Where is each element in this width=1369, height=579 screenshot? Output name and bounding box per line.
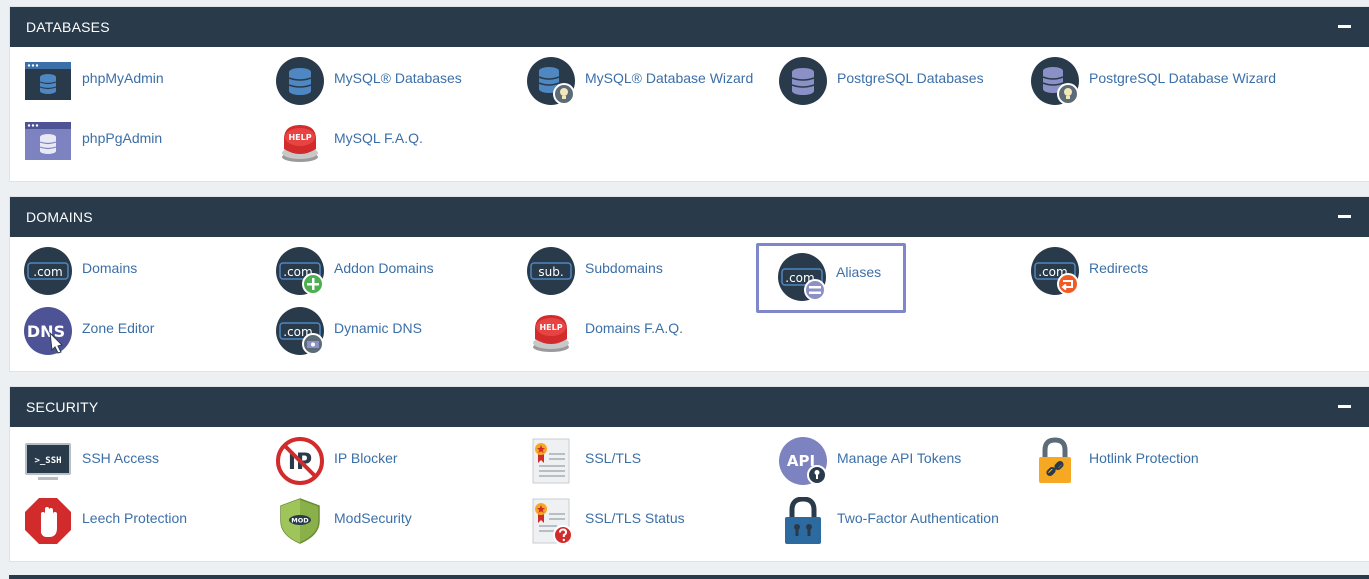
redirects-icon: .com [1031, 247, 1079, 295]
domains-panel: DOMAINS .com Domains .com Addon Domains … [9, 196, 1369, 372]
item-phppgadmin[interactable]: phpPgAdmin [10, 111, 250, 171]
padlock-icon [779, 497, 827, 545]
item-label: IP Blocker [334, 450, 398, 466]
domains-header[interactable]: DOMAINS [10, 197, 1369, 237]
item-label: Dynamic DNS [334, 320, 422, 336]
item-label: Addon Domains [334, 260, 434, 276]
item-label: phpMyAdmin [82, 70, 164, 86]
terminal-icon: >_SSH [24, 437, 72, 485]
collapse-icon[interactable] [1338, 405, 1351, 408]
item-label: MySQL® Database Wizard [585, 70, 754, 86]
collapse-icon[interactable] [1338, 25, 1351, 28]
item-mysql-databases[interactable]: MySQL® Databases [262, 51, 502, 111]
item-manage-api-tokens[interactable]: API Manage API Tokens [765, 431, 1005, 491]
phpmyadmin-icon [24, 57, 72, 105]
item-dynamic-dns[interactable]: .com Dynamic DNS [262, 301, 502, 361]
item-ssl-tls[interactable]: SSL/TLS [513, 431, 753, 491]
item-label: Aliases [836, 264, 882, 280]
addon-domains-icon: .com [276, 247, 324, 295]
item-label: Two-Factor Authentication [837, 510, 999, 526]
shield-icon: MOD [276, 497, 324, 545]
postgresql-databases-icon [779, 57, 827, 105]
phppgadmin-icon [24, 117, 72, 165]
item-label: MySQL F.A.Q. [334, 130, 423, 146]
item-label: Zone Editor [82, 320, 155, 336]
item-phpmyadmin[interactable]: phpMyAdmin [10, 51, 250, 111]
certificate-icon [527, 437, 575, 485]
section-title: DATABASES [26, 19, 110, 35]
svg-text:DNS: DNS [27, 322, 65, 341]
item-label: Redirects [1089, 260, 1149, 276]
databases-header[interactable]: DATABASES [10, 7, 1369, 47]
item-domains-faq[interactable]: HELP Domains F.A.Q. [513, 301, 753, 361]
postgresql-wizard-icon [1031, 57, 1079, 105]
databases-panel: DATABASES phpMyAdmin MySQL® Databases My… [9, 6, 1369, 182]
mysql-databases-icon [276, 57, 324, 105]
help-button-icon: HELP [276, 117, 324, 165]
item-label: SSL/TLS Status [585, 510, 685, 526]
next-panel-header-edge [9, 575, 1369, 579]
item-label: SSH Access [82, 450, 160, 466]
item-label: Domains [82, 260, 138, 276]
item-ssh-access[interactable]: >_SSH SSH Access [10, 431, 250, 491]
section-title: SECURITY [26, 399, 99, 415]
item-label: PostgreSQL Database Wizard [1089, 70, 1277, 86]
item-redirects[interactable]: .com Redirects [1017, 241, 1257, 301]
item-subdomains[interactable]: sub. Subdomains [513, 241, 753, 301]
security-header[interactable]: SECURITY [10, 387, 1369, 427]
mysql-wizard-icon [527, 57, 575, 105]
item-postgresql-wizard[interactable]: PostgreSQL Database Wizard [1017, 51, 1276, 111]
item-modsecurity[interactable]: MOD ModSecurity [262, 491, 502, 551]
item-hotlink-protection[interactable]: Hotlink Protection [1017, 431, 1257, 491]
svg-text:MOD: MOD [291, 517, 309, 525]
item-label: Hotlink Protection [1089, 450, 1199, 466]
security-panel: SECURITY >_SSH SSH Access IP IP Blocker … [9, 386, 1369, 562]
collapse-icon[interactable] [1338, 215, 1351, 218]
dns-icon: DNS [24, 307, 72, 355]
domains-icon: .com [24, 247, 72, 295]
item-label: SSL/TLS [585, 450, 642, 466]
item-aliases[interactable]: .com Aliases [756, 243, 906, 313]
item-leech-protection[interactable]: Leech Protection [10, 491, 250, 551]
svg-text:HELP: HELP [539, 323, 562, 332]
stop-hand-icon [24, 497, 72, 545]
item-domains[interactable]: .com Domains [10, 241, 250, 301]
help-button-icon: HELP [527, 307, 575, 355]
certificate-status-icon [527, 497, 575, 545]
aliases-icon: .com [778, 253, 826, 301]
ip-blocker-icon: IP [276, 437, 324, 485]
item-ip-blocker[interactable]: IP IP Blocker [262, 431, 502, 491]
item-two-factor-authentication[interactable]: Two-Factor Authentication [765, 491, 1005, 551]
api-token-icon: API [779, 437, 827, 485]
item-label: Leech Protection [82, 510, 188, 526]
item-label: ModSecurity [334, 510, 412, 526]
section-title: DOMAINS [26, 209, 93, 225]
item-mysql-wizard[interactable]: MySQL® Database Wizard [513, 51, 753, 111]
svg-text:sub.: sub. [538, 265, 563, 279]
item-ssl-tls-status[interactable]: SSL/TLS Status [513, 491, 753, 551]
item-label: Subdomains [585, 260, 663, 276]
item-addon-domains[interactable]: .com Addon Domains [262, 241, 502, 301]
dynamic-dns-icon: .com [276, 307, 324, 355]
item-label: Manage API Tokens [837, 450, 962, 466]
subdomains-icon: sub. [527, 247, 575, 295]
item-label: MySQL® Databases [334, 70, 462, 86]
item-label: Domains F.A.Q. [585, 320, 684, 336]
item-postgresql-databases[interactable]: PostgreSQL Databases [765, 51, 1005, 111]
item-label: phpPgAdmin [82, 130, 163, 146]
item-mysql-faq[interactable]: HELP MySQL F.A.Q. [262, 111, 502, 171]
svg-text:HELP: HELP [288, 133, 311, 142]
svg-text:>_SSH: >_SSH [34, 456, 61, 466]
svg-text:.com: .com [33, 265, 62, 279]
item-label: PostgreSQL Databases [837, 70, 984, 86]
lock-link-icon [1031, 437, 1079, 485]
item-zone-editor[interactable]: DNS Zone Editor [10, 301, 250, 361]
